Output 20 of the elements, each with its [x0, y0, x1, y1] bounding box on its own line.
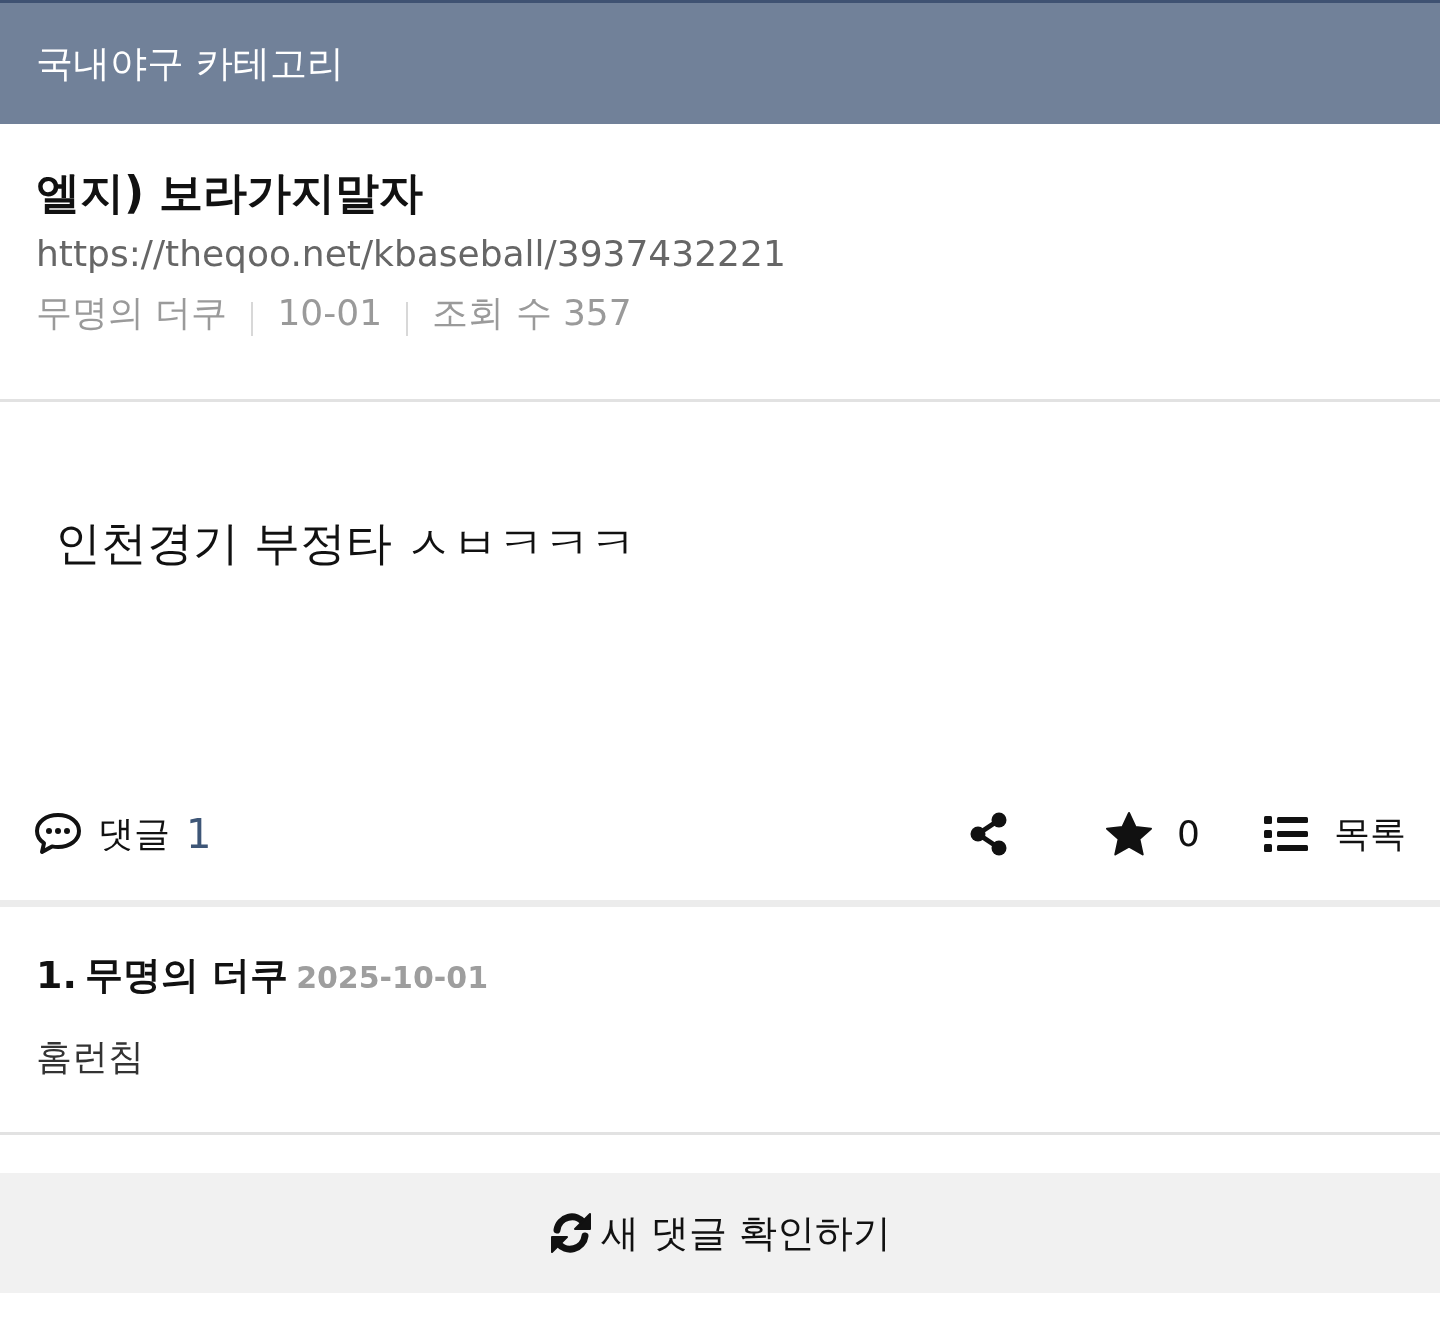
post-title: 엘지) 보라가지말자: [36, 166, 425, 220]
header-title: 국내야구 카테고리: [36, 40, 344, 87]
list-icon: [1264, 815, 1308, 852]
post-body-text: 인천경기 부정타 ㅅㅂㅋㅋㅋ: [55, 515, 638, 572]
comments-label: 댓글: [98, 811, 170, 856]
comment-author: 무명의 더쿠: [84, 952, 289, 999]
refresh-comments-button[interactable]: 새 댓글 확인하기: [0, 1173, 1440, 1293]
comment-text: 홈런침: [36, 1035, 145, 1079]
post-meta-text: 무명의 더쿠: [36, 291, 228, 335]
post-meta-text: 조회 수 357: [432, 291, 632, 335]
like-button[interactable]: 0: [1105, 806, 1200, 861]
post-meta-text: 10-01: [277, 291, 383, 335]
comment-date: 2025-10-01: [296, 959, 489, 997]
list-button[interactable]: 목록: [1264, 806, 1406, 861]
speech-bubble-icon: [34, 811, 82, 856]
star-icon: [1105, 810, 1154, 857]
post-url: https://theqoo.net/kbaseball/3937432221: [36, 232, 787, 277]
refresh-icon: [548, 1211, 593, 1255]
comments-count: 1: [186, 809, 212, 859]
comment-number: 1.: [36, 952, 77, 999]
